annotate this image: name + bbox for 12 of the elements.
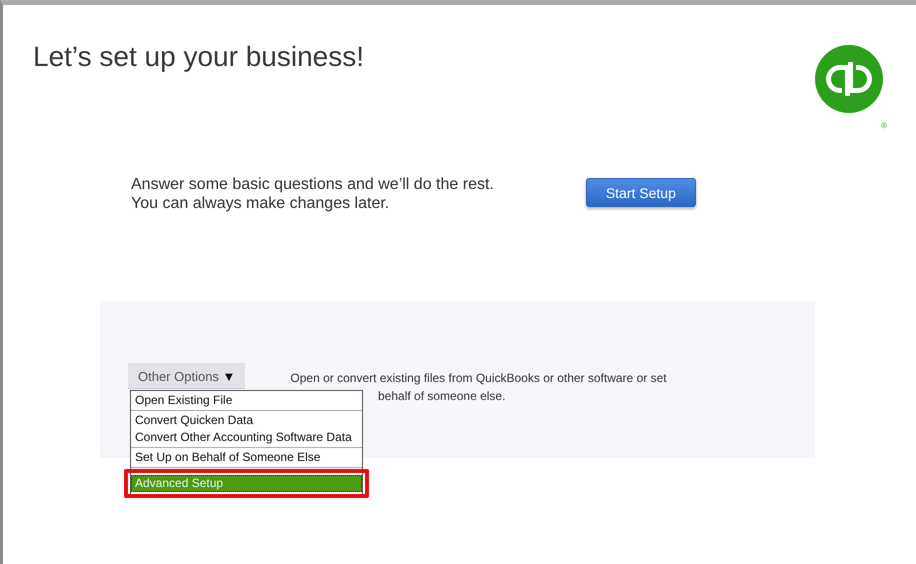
menu-item[interactable]: Convert Quicken Data: [131, 412, 362, 429]
start-setup-button[interactable]: Start Setup: [586, 178, 696, 207]
intro-text: Answer some basic questions and we’ll do the rest. You can always make changes later.: [131, 175, 494, 213]
options-description: behalf of someone else.: [378, 389, 506, 403]
other-options-button[interactable]: Other Options ▼: [128, 363, 246, 389]
registered-mark: ®: [881, 121, 887, 130]
page-title: Let’s set up your business!: [33, 41, 364, 74]
menu-item[interactable]: Set Up on Behalf of Someone Else: [131, 449, 362, 466]
options-description: Open or convert existing files from QuickBooks or other software or set: [290, 371, 667, 385]
logo-icon: [815, 45, 883, 113]
menu-item[interactable]: Open Existing File: [131, 392, 362, 409]
menu-item[interactable]: Convert Other Accounting Software Data: [131, 429, 362, 446]
